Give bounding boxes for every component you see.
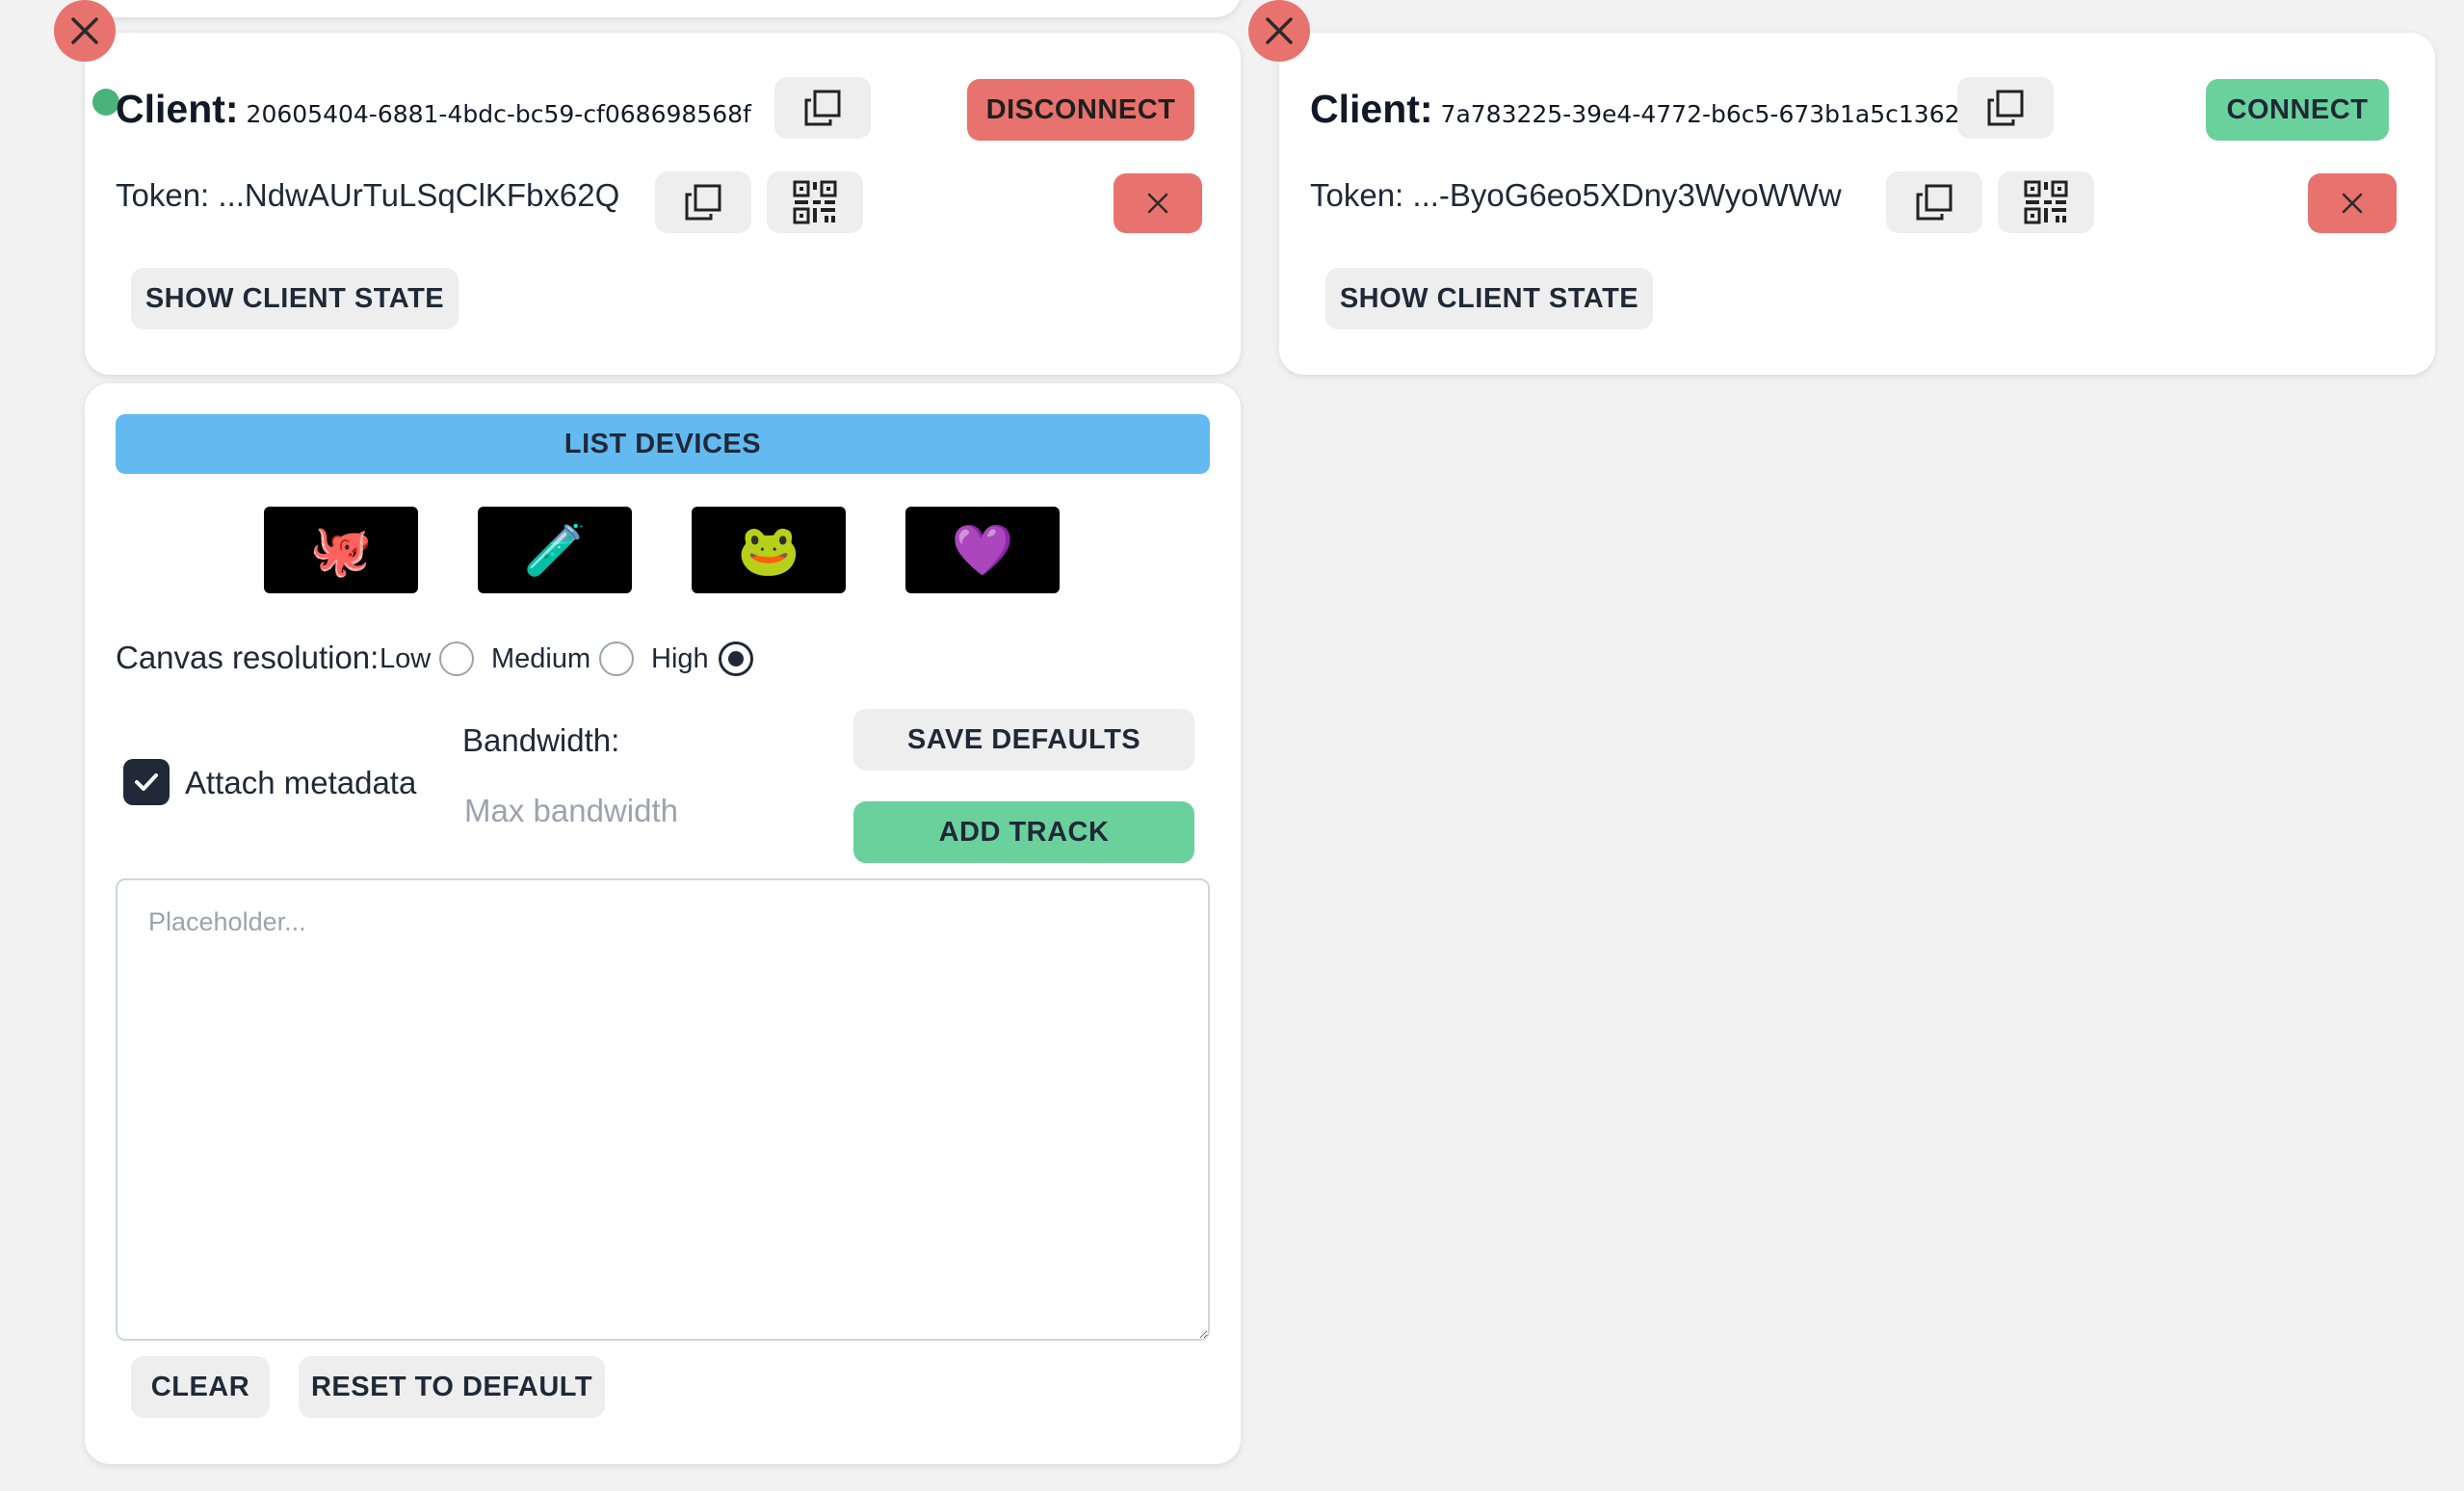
copy-token-button[interactable] [655, 171, 751, 233]
octopus-icon: 🐙 [309, 522, 373, 579]
close-icon [2342, 193, 2363, 214]
clear-button[interactable]: CLEAR [131, 1356, 270, 1418]
canvas-resolution-label: Canvas resolution: [116, 640, 380, 675]
list-devices-button[interactable]: LIST DEVICES [116, 414, 1210, 474]
close-client-1-button[interactable] [54, 0, 116, 62]
client-card-2: Client: 7a783225-39e4-4772-b6c5-673b1a5c1… [1279, 33, 2435, 375]
track-panel: LIST DEVICES 🐙 🧪 🐸 💜 Canvas resolution: … [85, 383, 1241, 1464]
client-2-token: Token: ...-ByoG6eo5XDny3WyoWWw [1310, 177, 1842, 213]
copy-icon [1916, 184, 1953, 221]
emoji-tile-frog[interactable]: 🐸 [692, 507, 846, 593]
check-icon [135, 773, 158, 791]
copy-token-button[interactable] [1886, 171, 1982, 233]
frog-icon: 🐸 [737, 522, 800, 579]
client-2-title: Client: 7a783225-39e4-4772-b6c5-673b1a5c1… [1310, 87, 1960, 132]
client-1-token: Token: ...NdwAUrTuLSqClKFbx62Q [116, 177, 620, 213]
qr-code-icon [793, 180, 837, 224]
qr-code-button[interactable] [1998, 171, 2094, 233]
close-icon [1266, 17, 1293, 44]
resolution-low-radio[interactable] [439, 641, 474, 676]
client-card-1: Client: 20605404-6881-4bdc-bc59-cf0686985… [85, 33, 1241, 375]
show-client-state-button[interactable]: SHOW CLIENT STATE [131, 268, 459, 329]
remove-token-button[interactable] [2308, 173, 2397, 233]
qr-code-button[interactable] [767, 171, 863, 233]
resolution-high-label: High [651, 643, 709, 674]
qr-code-icon [2024, 180, 2068, 224]
client-1-id: 20605404-6881-4bdc-bc59-cf068698568f [246, 100, 751, 128]
resolution-medium-radio[interactable] [599, 641, 634, 676]
copy-icon [1987, 90, 2024, 126]
metadata-textarea[interactable] [116, 878, 1210, 1341]
client-2-label: Client: [1310, 87, 1433, 131]
close-client-2-button[interactable] [1248, 0, 1310, 62]
test-tube-icon: 🧪 [523, 522, 587, 579]
resolution-medium-label: Medium [491, 643, 591, 674]
resolution-high-radio[interactable] [719, 641, 753, 676]
heart-icon: 💜 [951, 522, 1014, 579]
reset-to-default-button[interactable]: RESET TO DEFAULT [299, 1356, 605, 1418]
emoji-tile-test-tube[interactable]: 🧪 [478, 507, 632, 593]
bandwidth-label: Bandwidth: [462, 722, 620, 758]
add-track-button[interactable]: ADD TRACK [853, 801, 1194, 863]
show-client-state-button[interactable]: SHOW CLIENT STATE [1325, 268, 1653, 329]
save-defaults-button[interactable]: SAVE DEFAULTS [853, 709, 1194, 771]
client-1-label: Client: [116, 87, 239, 131]
client-1-title: Client: 20605404-6881-4bdc-bc59-cf0686985… [116, 87, 751, 132]
copy-client-id-button[interactable] [1957, 77, 2054, 139]
emoji-tile-octopus[interactable]: 🐙 [264, 507, 418, 593]
attach-metadata-label: Attach metadata [185, 765, 417, 800]
copy-icon [685, 184, 721, 221]
max-bandwidth-input[interactable] [462, 786, 832, 836]
copy-client-id-button[interactable] [774, 77, 871, 139]
client-2-id: 7a783225-39e4-4772-b6c5-673b1a5c1362 [1440, 100, 1960, 128]
disconnect-button[interactable]: DISCONNECT [967, 79, 1194, 141]
previous-card [85, 0, 1241, 17]
copy-icon [804, 90, 841, 126]
attach-metadata-checkbox[interactable] [123, 759, 170, 805]
connect-button[interactable]: CONNECT [2206, 79, 2389, 141]
close-icon [1147, 193, 1168, 214]
resolution-low-label: Low [380, 643, 432, 674]
close-icon [71, 17, 98, 44]
remove-token-button[interactable] [1114, 173, 1202, 233]
emoji-tile-heart[interactable]: 💜 [905, 507, 1060, 593]
